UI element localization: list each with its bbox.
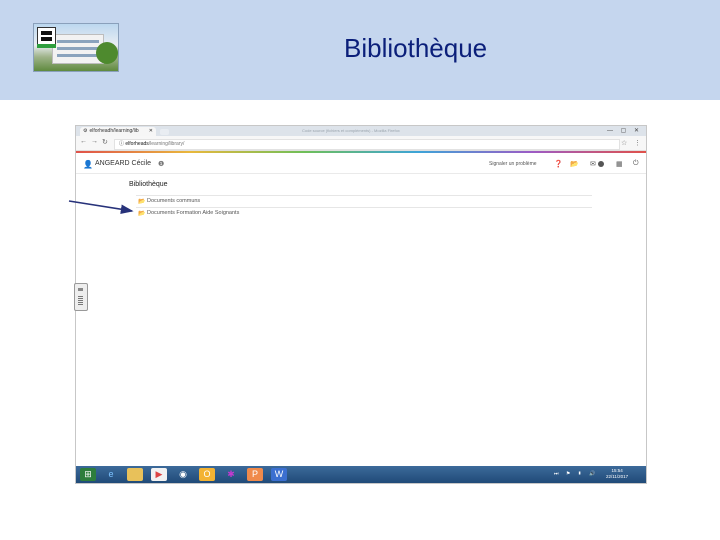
remote-control-image — [74, 283, 88, 311]
pointer-arrow — [68, 200, 134, 214]
